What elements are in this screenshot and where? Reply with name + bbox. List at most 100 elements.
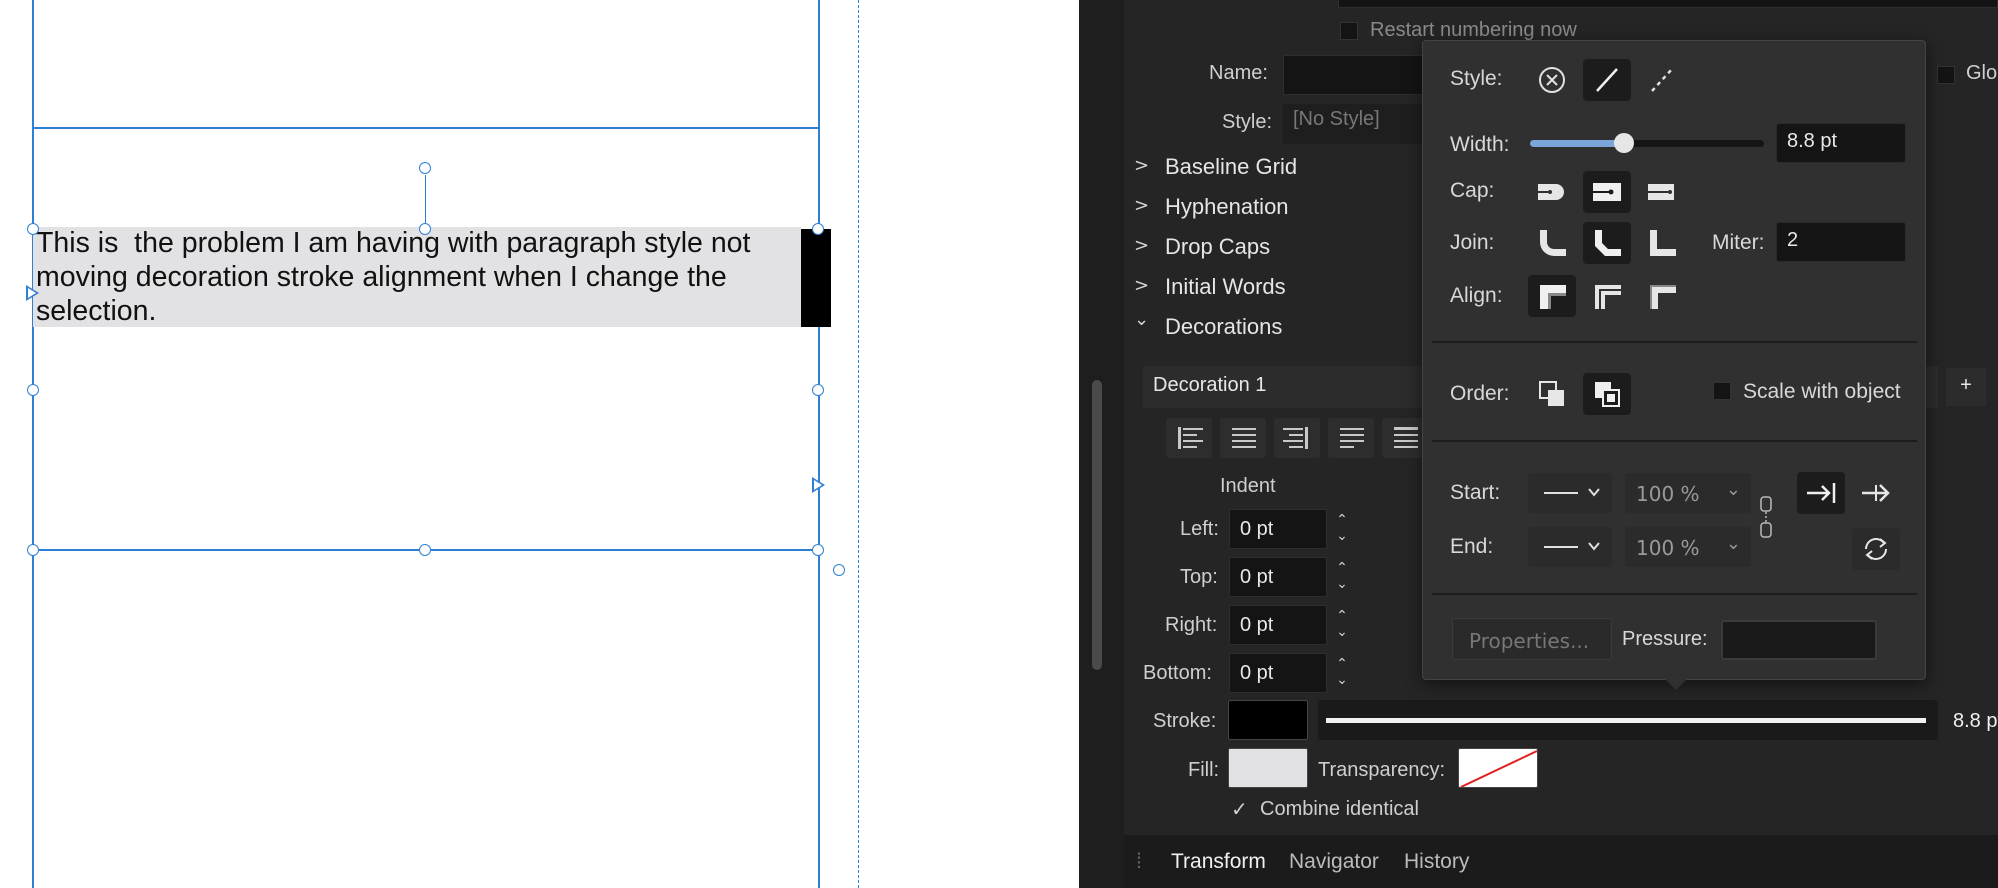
stroke-width-slider-track[interactable] bbox=[1530, 133, 1764, 153]
text-frame-left-edge bbox=[32, 0, 34, 888]
link-scale-icon[interactable] bbox=[1759, 495, 1773, 539]
align-center-icon bbox=[1595, 285, 1621, 309]
style-dropdown[interactable]: [No Style] bbox=[1283, 104, 1433, 144]
fill-color-swatch[interactable] bbox=[1228, 748, 1308, 788]
start-scale-dropdown[interactable]: 100 % ⌄ bbox=[1625, 473, 1751, 513]
transparency-swatch[interactable] bbox=[1458, 748, 1538, 788]
bevel-join-icon bbox=[1595, 230, 1621, 256]
selection-handle-top-left[interactable] bbox=[27, 223, 39, 235]
global-checkbox[interactable] bbox=[1937, 66, 1955, 84]
stroke-width-slider-fill bbox=[1530, 140, 1624, 147]
end-label: End: bbox=[1450, 535, 1494, 558]
join-bevel-button[interactable] bbox=[1583, 222, 1631, 264]
align-outside-button[interactable] bbox=[1638, 275, 1686, 317]
tab-transform[interactable]: Transform bbox=[1171, 850, 1266, 874]
selection-handle-middle-right[interactable] bbox=[812, 384, 824, 396]
indent-bottom-field[interactable]: 0 pt bbox=[1229, 653, 1327, 693]
indent-top-stepper[interactable]: ⌃ ⌄ bbox=[1334, 560, 1350, 594]
stroke-width-slider[interactable] bbox=[1318, 700, 1938, 740]
order-front-button[interactable] bbox=[1583, 373, 1631, 415]
section-title: Decorations bbox=[1165, 314, 1283, 339]
align-outside-icon bbox=[1650, 285, 1676, 309]
panel-grip-icon[interactable]: ⁞ bbox=[1136, 850, 1142, 874]
stroke-color-swatch[interactable] bbox=[1228, 700, 1308, 740]
dashed-line-icon bbox=[1651, 68, 1673, 92]
pressure-curve-field[interactable] bbox=[1721, 620, 1877, 660]
swap-arrowheads-button[interactable] bbox=[1852, 528, 1900, 570]
align-center-stroke-button[interactable] bbox=[1583, 275, 1631, 317]
align-left-button[interactable] bbox=[1166, 418, 1212, 458]
stroke-style-solid-button[interactable] bbox=[1583, 59, 1631, 101]
popup-separator bbox=[1432, 593, 1917, 595]
stroke-popup-pointer bbox=[1662, 676, 1690, 690]
arrowhead-at-end-button[interactable] bbox=[1797, 472, 1845, 514]
selection-handle-bottom-left[interactable] bbox=[27, 544, 39, 556]
selection-handle-top-center[interactable] bbox=[419, 223, 431, 235]
section-title: Baseline Grid bbox=[1165, 154, 1298, 179]
cap-butt-button[interactable] bbox=[1638, 171, 1686, 213]
join-miter-button[interactable] bbox=[1638, 222, 1686, 264]
stroke-width-field[interactable]: 8.8 pt bbox=[1776, 123, 1906, 163]
properties-button[interactable]: Properties... bbox=[1452, 618, 1612, 660]
rotation-handle[interactable] bbox=[419, 162, 431, 174]
numbering-field-top[interactable] bbox=[1338, 0, 1998, 8]
align-center-button[interactable] bbox=[1220, 418, 1266, 458]
indent-right-stepper[interactable]: ⌃ ⌄ bbox=[1334, 608, 1350, 642]
popup-separator bbox=[1432, 341, 1917, 343]
selection-handle-top-right[interactable] bbox=[812, 223, 824, 235]
chevron-down-icon: ⌄ bbox=[1134, 309, 1150, 330]
section-title: Initial Words bbox=[1165, 274, 1286, 299]
join-label: Join: bbox=[1450, 231, 1495, 254]
pressure-label: Pressure: bbox=[1622, 628, 1708, 650]
stroke-behind-icon bbox=[1539, 381, 1564, 406]
indent-left-stepper[interactable]: ⌃ ⌄ bbox=[1334, 512, 1350, 546]
selection-handle-bottom-center[interactable] bbox=[419, 544, 431, 556]
name-field[interactable] bbox=[1283, 55, 1433, 95]
join-round-button[interactable] bbox=[1528, 222, 1576, 264]
selection-handle-middle-left[interactable] bbox=[27, 384, 39, 396]
text-inflow-arrow-icon[interactable] bbox=[26, 285, 39, 301]
stroke-style-none-button[interactable] bbox=[1528, 59, 1576, 101]
scale-with-object-checkbox[interactable] bbox=[1713, 382, 1731, 400]
stroke-style-dashed-button[interactable] bbox=[1638, 59, 1686, 101]
cap-square-button[interactable] bbox=[1583, 171, 1631, 213]
end-arrowhead-dropdown[interactable] bbox=[1528, 527, 1612, 567]
miter-label: Miter: bbox=[1712, 231, 1765, 254]
miter-field[interactable]: 2 bbox=[1776, 222, 1906, 262]
name-label: Name: bbox=[1209, 62, 1268, 84]
align-inside-button[interactable] bbox=[1528, 275, 1576, 317]
text-outflow-arrow-icon[interactable] bbox=[812, 477, 825, 493]
stroke-style-label: Style: bbox=[1450, 67, 1503, 90]
document-canvas[interactable]: This is the problem I am having with par… bbox=[0, 0, 1079, 888]
frame-link-handle[interactable] bbox=[833, 564, 845, 576]
tab-history[interactable]: History bbox=[1404, 850, 1469, 874]
start-arrowhead-dropdown[interactable] bbox=[1528, 473, 1612, 513]
selection-handle-bottom-right[interactable] bbox=[812, 544, 824, 556]
order-behind-button[interactable] bbox=[1528, 373, 1576, 415]
end-scale-dropdown[interactable]: 100 % ⌄ bbox=[1625, 527, 1751, 567]
panel-scrollbar-thumb[interactable] bbox=[1092, 380, 1102, 670]
add-decoration-button[interactable]: + bbox=[1946, 368, 1986, 406]
paragraph-text[interactable]: This is the problem I am having with par… bbox=[36, 226, 806, 328]
arrowhead-beyond-end-button[interactable] bbox=[1852, 472, 1900, 514]
solid-line-icon bbox=[1596, 68, 1618, 92]
indent-bottom-stepper[interactable]: ⌃ ⌄ bbox=[1334, 656, 1350, 690]
align-right-button[interactable] bbox=[1274, 418, 1320, 458]
indent-right-field[interactable]: 0 pt bbox=[1229, 605, 1327, 645]
chevron-right-icon: > bbox=[1134, 155, 1150, 176]
indent-title: Indent bbox=[1220, 475, 1276, 497]
chevron-down-icon: ⌄ bbox=[1725, 479, 1741, 500]
indent-top-field[interactable]: 0 pt bbox=[1229, 557, 1327, 597]
scale-with-object-label: Scale with object bbox=[1743, 380, 1901, 403]
tab-navigator[interactable]: Navigator bbox=[1289, 850, 1379, 874]
justify-left-button[interactable] bbox=[1328, 418, 1374, 458]
start-label: Start: bbox=[1450, 481, 1501, 504]
arrow-right-icon bbox=[1862, 484, 1890, 502]
cap-round-button[interactable] bbox=[1528, 171, 1576, 213]
combine-identical-label[interactable]: Combine identical bbox=[1260, 798, 1419, 821]
stroke-width-slider-knob[interactable] bbox=[1613, 133, 1634, 153]
indent-left-field[interactable]: 0 pt bbox=[1229, 509, 1327, 549]
transparency-label: Transparency: bbox=[1318, 759, 1446, 781]
no-fill-slash-icon bbox=[1460, 750, 1537, 787]
restart-numbering-checkbox[interactable] bbox=[1340, 22, 1358, 40]
